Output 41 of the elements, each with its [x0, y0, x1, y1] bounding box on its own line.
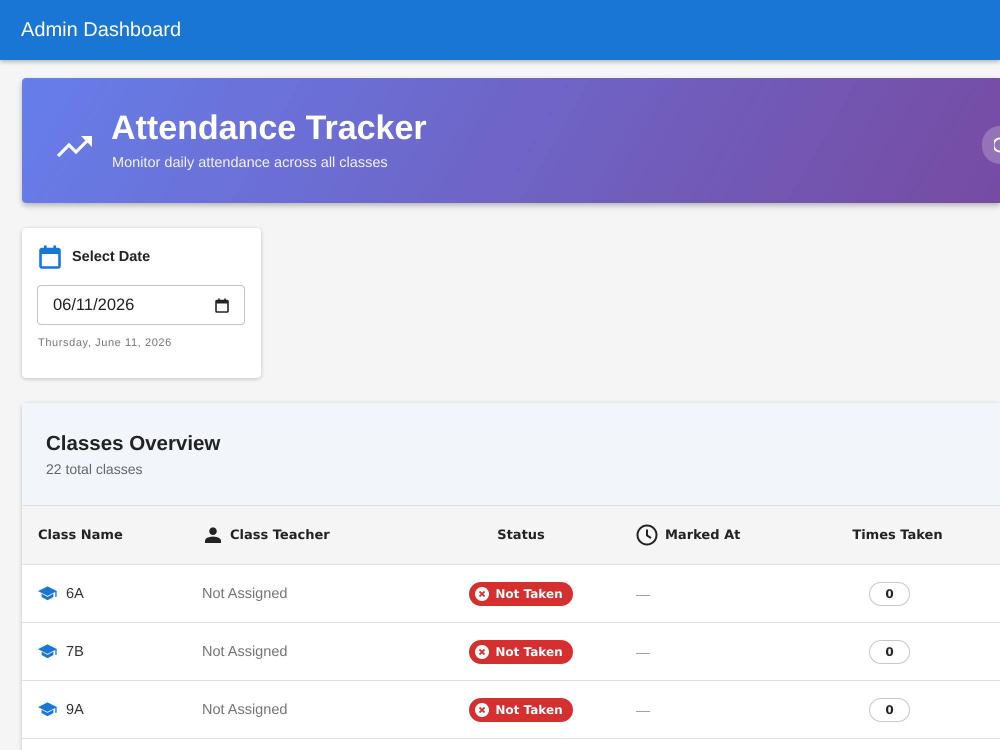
teacher-name: Not Assigned [202, 644, 288, 660]
times-taken-count: 0 [869, 640, 910, 664]
hero-title: Attendance Tracker [111, 109, 427, 147]
graduation-cap-icon [38, 702, 57, 717]
marked-at-text: — [636, 644, 650, 660]
calendar-icon [39, 245, 61, 269]
status-badge: Not Taken [469, 698, 573, 722]
cancel-icon [475, 586, 490, 600]
column-header: Class Teacher [230, 528, 330, 542]
class-name: 9A [66, 702, 84, 718]
status-badge: Not Taken [469, 582, 573, 606]
ring-icon [994, 137, 1000, 153]
trending-up-icon [57, 134, 93, 156]
graduation-cap-icon [38, 644, 57, 659]
times-taken-count: 0 [869, 582, 910, 606]
date-label: Select Date [72, 249, 150, 265]
class-name: 6A [66, 586, 84, 602]
hero-subtitle: Monitor daily attendance across all classes [112, 155, 388, 172]
teacher-name: Not Assigned [202, 702, 288, 718]
round-action-button[interactable] [982, 126, 1000, 164]
column-header: Marked At [665, 528, 740, 542]
teacher-name: Not Assigned [202, 586, 288, 602]
column-header: Class Name [38, 528, 123, 542]
classes-title: Classes Overview [46, 432, 220, 456]
column-header: Times Taken [852, 528, 943, 542]
clock-icon [636, 524, 658, 546]
column-header: Status [497, 528, 545, 542]
calendar-icon[interactable] [215, 298, 229, 312]
status-badge: Not Taken [469, 640, 573, 664]
date-field[interactable]: 06/11/2026 [37, 285, 245, 325]
person-icon [205, 527, 221, 543]
app-title: Admin Dashboard [21, 18, 182, 42]
cancel-icon [475, 644, 490, 658]
marked-at-text: — [636, 586, 650, 602]
times-taken-count: 0 [869, 698, 910, 722]
classes-count: 22 total classes [46, 461, 142, 477]
marked-at-text: — [636, 702, 650, 718]
date-helper-text: Thursday, June 11, 2026 [38, 337, 172, 349]
class-name: 7B [66, 644, 84, 660]
graduation-cap-icon [38, 586, 57, 601]
cancel-icon [475, 702, 490, 716]
